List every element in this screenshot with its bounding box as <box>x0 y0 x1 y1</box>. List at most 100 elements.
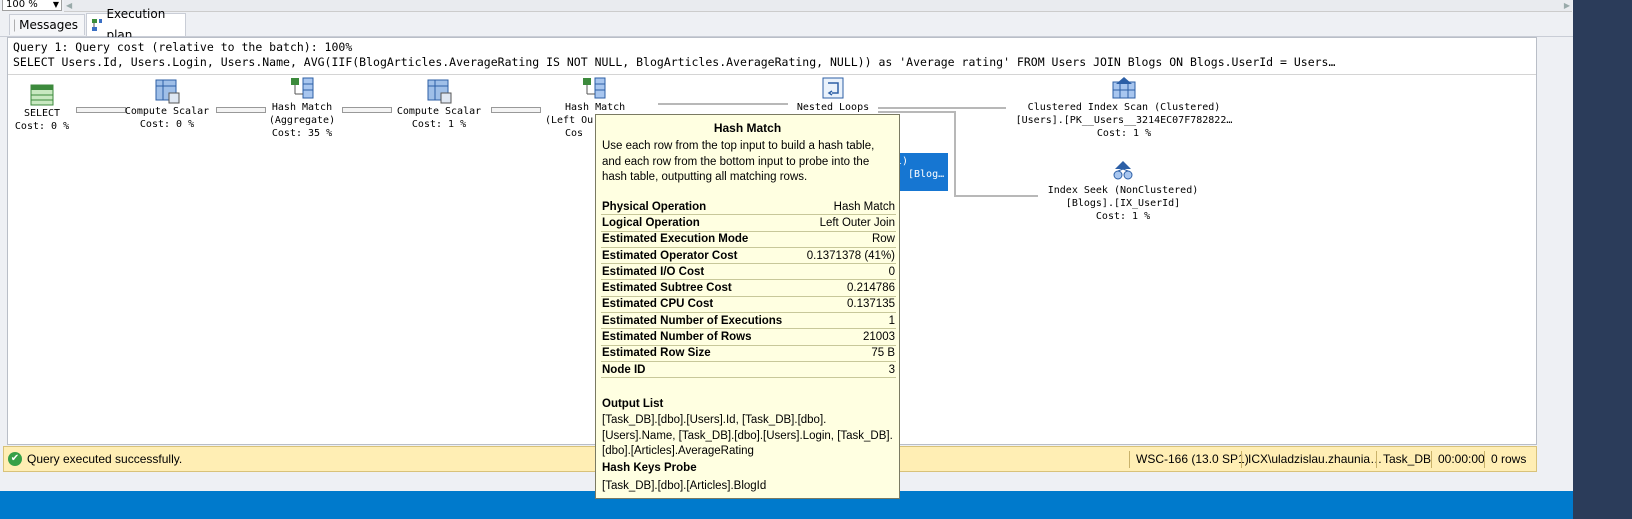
property-key: Estimated Operator Cost <box>601 247 799 265</box>
tooltip-property-row: Estimated Operator Cost 0.1371378 (41%) <box>601 247 896 265</box>
index-seek-icon <box>1113 161 1133 180</box>
hash-keys-label: Hash Keys Probe <box>602 462 697 474</box>
property-value: 75 B <box>798 345 896 362</box>
tooltip-property-row: Physical Operation Hash Match <box>601 199 896 216</box>
operator-select[interactable]: SELECT Cost: 0 % <box>12 84 72 133</box>
operator-hash-join-name: Hash Match <box>565 102 626 113</box>
plan-arrow <box>76 107 126 113</box>
success-check-icon: ✔ <box>8 452 22 466</box>
zoom-select[interactable]: 100 % ▼ <box>2 0 62 11</box>
select-icon <box>30 84 54 106</box>
window-background <box>1573 0 1632 519</box>
tooltip-property-row: Estimated Number of Executions 1 <box>601 312 896 330</box>
tooltip-property-row: Estimated Subtree Cost 0.214786 <box>601 279 896 297</box>
execution-plan-icon <box>92 19 103 31</box>
operator-compute-scalar-2[interactable]: Compute Scalar Cost: 1 % <box>392 78 486 131</box>
selected-operator-line2: [Blog… <box>908 169 945 180</box>
property-key: Estimated I/O Cost <box>601 263 799 281</box>
operator-seek-cost: Cost: 1 % <box>1095 211 1151 222</box>
plan-arrow <box>491 107 541 113</box>
tab-messages[interactable]: Messages <box>9 14 85 35</box>
operator-select-cost: Cost: 0 % <box>14 121 70 132</box>
operator-scan-object: [Users].[PK__Users__3214EC07F782822… <box>1015 115 1233 126</box>
output-list-label: Output List <box>602 398 664 410</box>
operator-scan-cost: Cost: 1 % <box>1096 128 1152 139</box>
property-key: Estimated Execution Mode <box>601 231 799 248</box>
property-key: Estimated Number of Rows <box>601 328 799 346</box>
tooltip-property-row: Estimated Execution Mode Row <box>601 231 896 248</box>
property-key: Node ID <box>601 361 799 379</box>
operator-compute-scalar[interactable]: Compute Scalar Cost: 0 % <box>120 78 214 131</box>
tooltip-property-row: Estimated Row Size 75 B <box>601 345 896 362</box>
operator-seek-name: Index Seek (NonClustered) <box>1047 185 1199 196</box>
status-elapsed: 00:00:00 <box>1431 451 1485 468</box>
property-value: 0.137135 <box>798 296 896 314</box>
operator-scan-name: Clustered Index Scan (Clustered) <box>1027 102 1221 113</box>
plan-arrow <box>954 111 956 196</box>
plan-arrow <box>342 107 392 113</box>
operator-hash-match-cost: Cost: 35 % <box>271 128 333 139</box>
tooltip-property-row: Logical Operation Left Outer Join <box>601 214 896 232</box>
horizontal-scrollbar[interactable]: ◀ ▶ <box>64 0 1572 12</box>
property-value: Hash Match <box>798 199 896 216</box>
property-value: 1 <box>798 312 896 330</box>
hash-match-icon <box>583 77 606 99</box>
tooltip-description: Use each row from the top input to build… <box>602 140 875 183</box>
zoom-value: 100 % <box>6 0 38 10</box>
chevron-down-icon[interactable]: ▼ <box>53 0 59 11</box>
scroll-right-icon[interactable]: ▶ <box>1564 0 1570 11</box>
tooltip-properties-table: Physical Operation Hash Match Logical Oper… <box>601 199 896 379</box>
operator-seek-object: [Blogs].[IX_UserId] <box>1065 198 1181 209</box>
output-list-value: [Task_DB].[dbo].[Users].Id, [Task_DB].[d… <box>602 414 893 457</box>
property-key: Estimated CPU Cost <box>601 296 799 314</box>
property-key: Estimated Number of Executions <box>601 312 799 330</box>
operator-select-name: SELECT <box>23 108 61 119</box>
status-database: Task_DB <box>1376 451 1431 468</box>
operator-nested-loops-name: Nested Loops <box>796 102 870 113</box>
status-user: ICX\uladzislau.zhaunia… <box>1241 451 1382 468</box>
operator-compute-scalar-name: Compute Scalar <box>124 106 210 117</box>
plan-arrow <box>658 103 788 105</box>
tab-execution-plan[interactable]: Execution plan <box>86 7 186 42</box>
tab-messages-label: Messages <box>19 17 78 32</box>
status-rows: 0 rows <box>1484 451 1526 468</box>
operator-hash-match-aggregate[interactable]: Hash Match (Aggregate) Cost: 35 % <box>262 76 342 140</box>
compute-scalar-icon <box>427 79 452 104</box>
plan-arrow <box>878 107 1006 109</box>
property-key: Estimated Row Size <box>601 345 799 362</box>
operator-clustered-index-scan[interactable]: Clustered Index Scan (Clustered) [Users]… <box>1008 76 1240 140</box>
selected-operator[interactable]: l) [Blog… <box>892 153 948 191</box>
operator-compute-scalar-2-name: Compute Scalar <box>396 106 482 117</box>
status-message: Query executed successfully. <box>27 452 183 466</box>
tooltip-property-row: Estimated I/O Cost 0 <box>601 263 896 281</box>
operator-index-seek[interactable]: Index Seek (NonClustered) [Blogs].[IX_Us… <box>1040 159 1206 223</box>
hash-match-icon <box>291 77 314 99</box>
tooltip-title: Hash Match <box>713 121 782 135</box>
query-sql-text: SELECT Users.Id, Users.Login, Users.Name… <box>13 55 1336 69</box>
property-value: Row <box>798 231 896 248</box>
operator-hash-match-name: Hash Match <box>271 102 333 113</box>
tooltip-property-row: Node ID 3 <box>601 361 896 379</box>
property-value: 0 <box>798 263 896 281</box>
property-key: Physical Operation <box>601 199 799 216</box>
selected-operator-line1: l) <box>896 156 909 167</box>
tooltip-property-row: Estimated Number of Rows 21003 <box>601 328 896 346</box>
plan-arrow <box>216 107 266 113</box>
operator-hash-join-cost: Cos <box>565 128 584 139</box>
property-value: 0.1371378 (41%) <box>798 247 896 265</box>
compute-scalar-icon <box>155 79 180 104</box>
operator-hash-match-join[interactable]: Hash Match (Left Ou Cos <box>545 76 626 140</box>
operator-tooltip: Hash Match Use each row from the top inp… <box>595 114 900 499</box>
property-value: 21003 <box>798 328 896 346</box>
operator-nested-loops[interactable]: Nested Loops <box>790 76 876 114</box>
property-key: Estimated Subtree Cost <box>601 279 799 297</box>
nested-loops-icon <box>822 77 844 99</box>
messages-icon <box>14 19 16 31</box>
property-value: Left Outer Join <box>798 214 896 232</box>
plan-arrow <box>878 111 956 113</box>
operator-hash-join-logical: (Left Ou <box>545 115 594 126</box>
property-value: 3 <box>798 361 896 379</box>
property-key: Logical Operation <box>601 214 799 232</box>
operator-compute-scalar-2-cost: Cost: 1 % <box>411 119 467 130</box>
scroll-left-icon[interactable]: ◀ <box>66 0 72 11</box>
